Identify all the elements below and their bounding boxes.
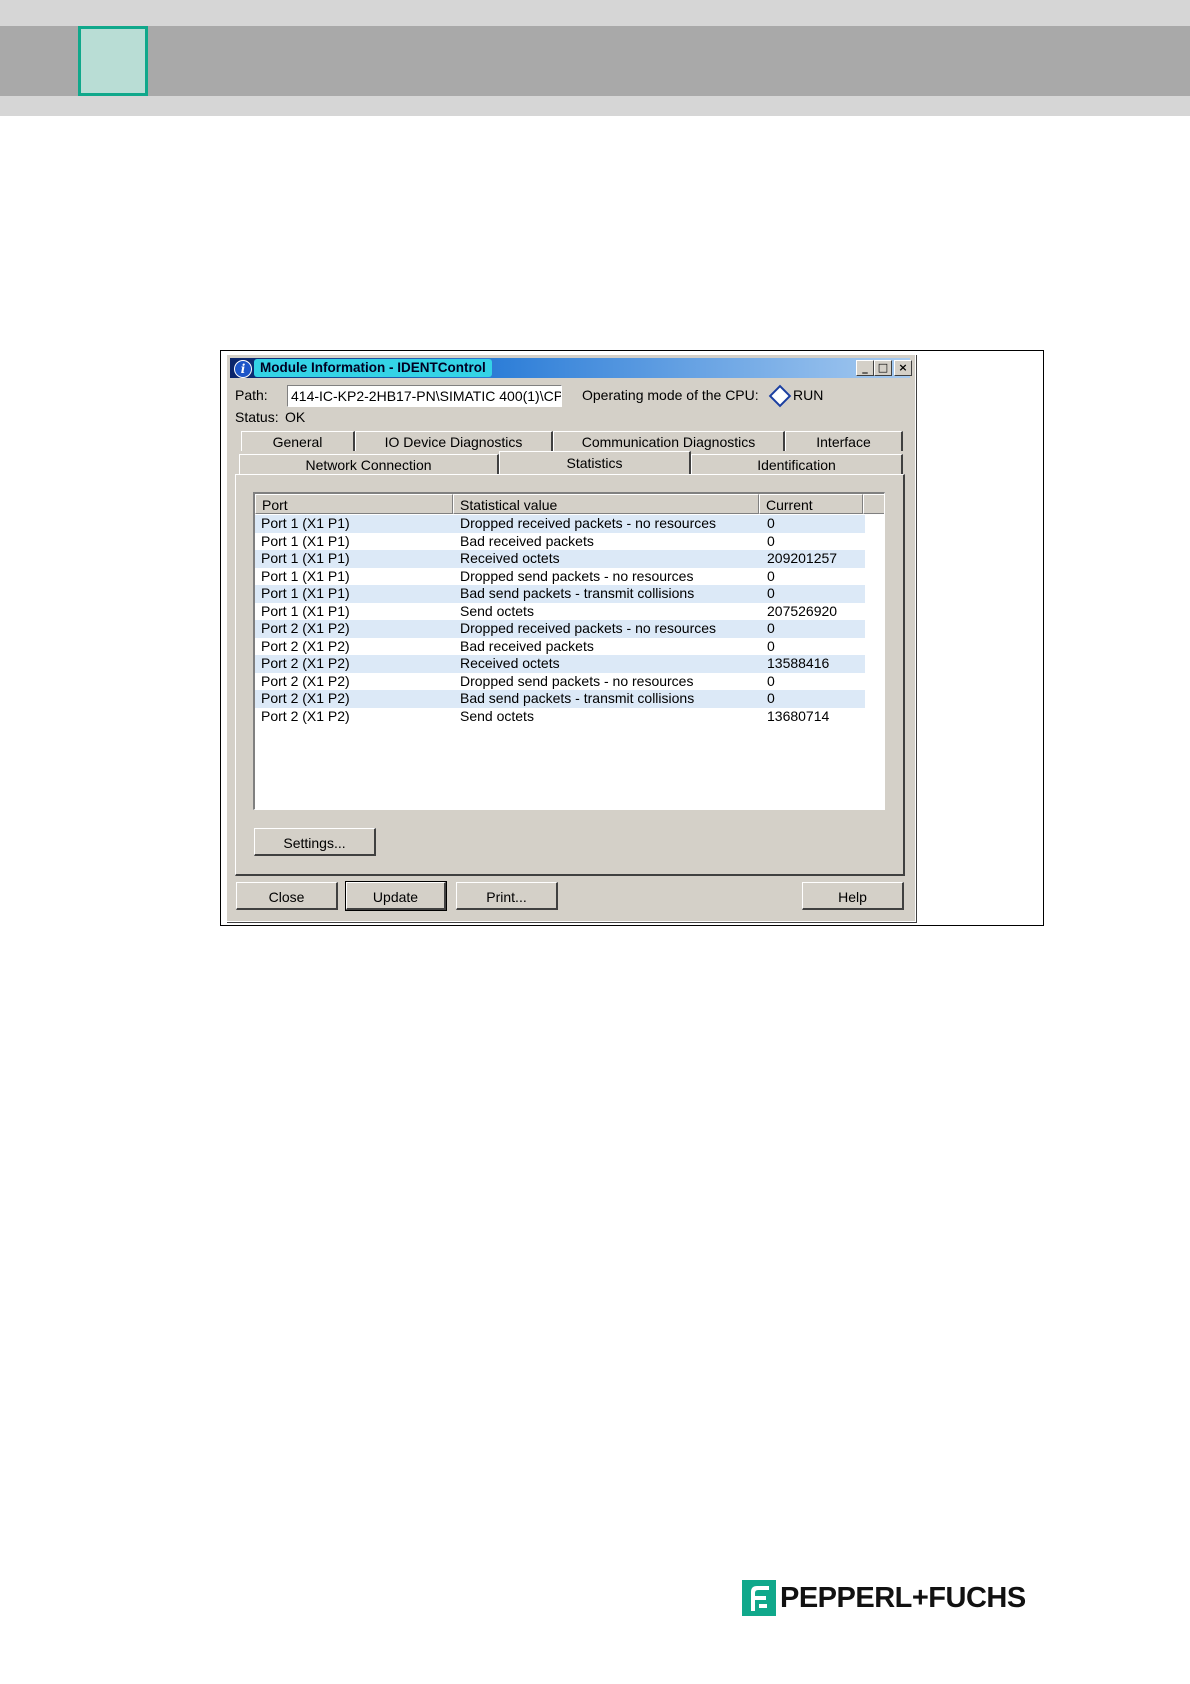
help-button[interactable]: Help bbox=[802, 882, 904, 910]
table-row[interactable]: Port 2 (X1 P2) Bad received packets 0 bbox=[255, 638, 865, 656]
logo-text: PEPPERL+FUCHS bbox=[780, 1582, 1026, 1614]
table-row[interactable]: Port 1 (X1 P1) Dropped received packets … bbox=[255, 515, 865, 533]
logo-glyph-icon bbox=[742, 1580, 776, 1616]
column-header-current[interactable]: Current bbox=[759, 494, 863, 514]
table-row[interactable]: Port 2 (X1 P2) Received octets 13588416 bbox=[255, 655, 865, 673]
table-row[interactable]: Port 2 (X1 P2) Dropped received packets … bbox=[255, 620, 865, 638]
table-row[interactable]: Port 2 (X1 P2) Bad send packets - transm… bbox=[255, 690, 865, 708]
table-row[interactable]: Port 2 (X1 P2) Send octets 13680714 bbox=[255, 708, 865, 726]
table-row[interactable]: Port 1 (X1 P1) Received octets 209201257 bbox=[255, 550, 865, 568]
table-row[interactable]: Port 1 (X1 P1) Bad send packets - transm… bbox=[255, 585, 865, 603]
logo-mark bbox=[742, 1580, 776, 1616]
table-row[interactable]: Port 1 (X1 P1) Dropped send packets - no… bbox=[255, 568, 865, 586]
update-button[interactable]: Update bbox=[345, 881, 447, 911]
chapter-marker bbox=[78, 26, 148, 96]
table-row[interactable]: Port 1 (X1 P1) Send octets 207526920 bbox=[255, 603, 865, 621]
print-button[interactable]: Print... bbox=[456, 882, 558, 910]
column-header-filler bbox=[863, 494, 884, 514]
table-row[interactable]: Port 2 (X1 P2) Dropped send packets - no… bbox=[255, 673, 865, 691]
statistics-table[interactable]: Port Statistical value Current Port 1 (X… bbox=[253, 492, 885, 810]
settings-button[interactable]: Settings... bbox=[254, 828, 376, 856]
close-button[interactable]: Close bbox=[236, 882, 338, 910]
column-header-port[interactable]: Port bbox=[255, 494, 453, 514]
table-row[interactable]: Port 1 (X1 P1) Bad received packets 0 bbox=[255, 533, 865, 551]
column-header-statistical-value[interactable]: Statistical value bbox=[453, 494, 759, 514]
